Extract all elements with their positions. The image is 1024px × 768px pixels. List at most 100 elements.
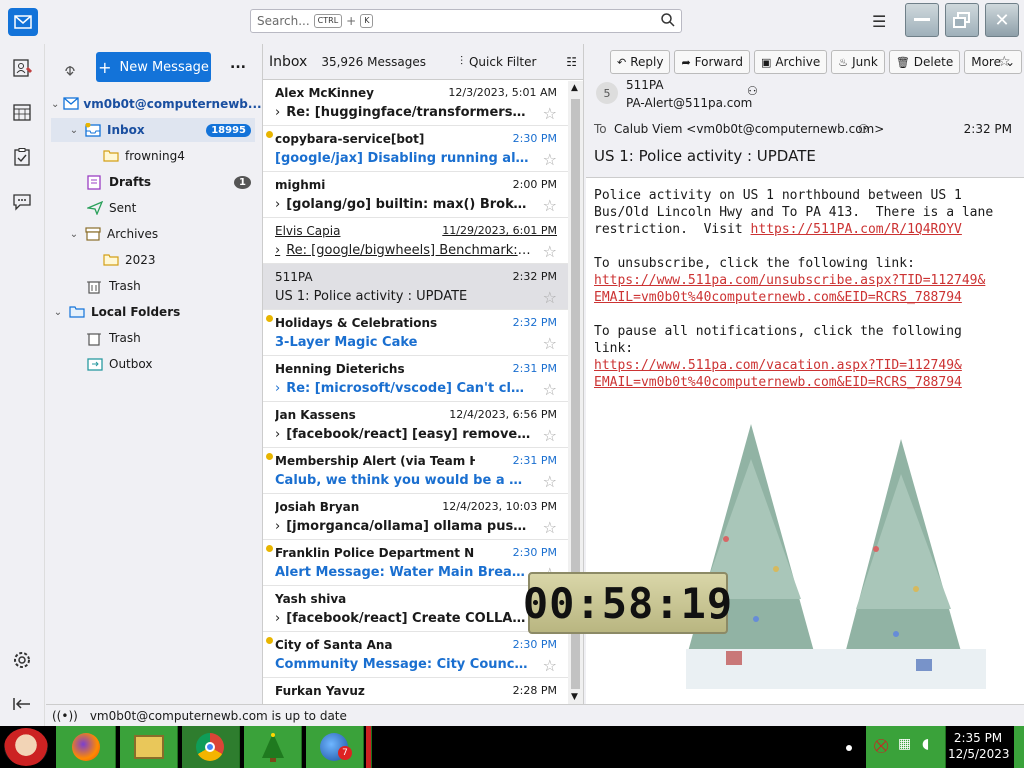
message-row[interactable]: Jan Kassens 12/4/2023, 6:56 PM › [facebook/…	[263, 402, 569, 448]
star-icon[interactable]: ☆	[543, 334, 557, 353]
settings-gear-icon[interactable]	[12, 650, 32, 670]
star-icon[interactable]: ☆	[543, 104, 557, 123]
volume-icon[interactable]: ◖	[922, 736, 929, 752]
folder-sent[interactable]: Sent	[51, 196, 255, 220]
folder-inbox[interactable]: ⌄ Inbox 18995	[51, 118, 255, 142]
archive-button[interactable]: ▣ Archive	[753, 50, 828, 74]
taskbar-clock[interactable]: 2:35 PM 12/5/2023	[948, 730, 1010, 762]
message-sender: Furkan Yavuz	[275, 684, 365, 698]
new-message-button[interactable]: + New Message	[96, 52, 211, 82]
chevron-down-icon[interactable]: ⌄	[51, 307, 65, 318]
delete-button[interactable]: 🗑 Delete	[888, 50, 961, 74]
unsubscribe-link[interactable]: https://www.511pa.com/unsubscribe.aspx?T…	[594, 272, 985, 289]
folder-archives[interactable]: ⌄ Archives	[51, 222, 255, 246]
taskbar-chrome-button[interactable]	[182, 726, 240, 768]
vacation-link[interactable]: EMAIL=vm0b0t%40computernewb.com&EID=RCRS…	[594, 374, 962, 391]
message-date: 12/4/2023, 10:03 PM	[442, 500, 557, 513]
vacation-link[interactable]: https://www.511pa.com/vacation.aspx?TID=…	[594, 357, 962, 374]
inbox-label: Inbox	[107, 123, 145, 137]
thread-chevron-icon[interactable]: ›	[275, 243, 280, 258]
star-icon[interactable]: ☆	[998, 54, 1011, 70]
countdown-clock-widget[interactable]: 00:58:19	[523, 572, 732, 634]
folder-trash[interactable]: Trash	[51, 274, 255, 298]
minimize-button[interactable]	[905, 3, 939, 37]
chevron-down-icon[interactable]: ⌄	[51, 99, 59, 110]
message-row[interactable]: copybara-service[bot] 2:30 PM [google/jax]…	[263, 126, 569, 172]
system-tray[interactable]: ⛒ ▦ ◖	[866, 726, 946, 768]
close-button[interactable]: ✕	[985, 3, 1019, 37]
folder-outbox[interactable]: Outbox	[51, 352, 255, 376]
star-icon[interactable]: ☆	[543, 656, 557, 675]
taskbar-tree-button[interactable]	[244, 726, 302, 768]
thread-chevron-icon[interactable]: ›	[275, 105, 280, 120]
more-button[interactable]: More ⌄	[964, 50, 1023, 74]
scroll-up-arrow[interactable]: ▲	[571, 83, 578, 93]
junk-button[interactable]: ♨ Junk	[831, 50, 885, 74]
message-row[interactable]: Alex McKinney 12/3/2023, 5:01 AM › Re: [hug…	[263, 80, 569, 126]
thread-chevron-icon[interactable]: ›	[275, 197, 280, 212]
forward-button[interactable]: ➦ Forward	[674, 50, 750, 74]
calendar-icon[interactable]	[12, 102, 32, 122]
sender-email[interactable]: PA-Alert@511pa.com	[626, 96, 752, 110]
thread-chevron-icon[interactable]: ›	[275, 381, 280, 396]
list-display-options-icon[interactable]: ☷	[566, 55, 577, 69]
folder-local-trash[interactable]: Trash	[51, 326, 255, 350]
unsubscribe-link[interactable]: EMAIL=vm0b0t%40computernewb.com&EID=RCRS…	[594, 289, 962, 306]
sender-name[interactable]: 511PA	[626, 78, 664, 92]
recipient[interactable]: Calub Viem <vm0b0t@computernewb.com>	[614, 122, 884, 136]
network-icon[interactable]: ▦	[898, 736, 911, 752]
recipient-info-icon[interactable]: ⚇	[858, 122, 869, 136]
chat-icon[interactable]	[12, 192, 32, 212]
quick-filter-button[interactable]: ⫶ Quick Filter	[460, 54, 536, 69]
star-icon[interactable]: ☆	[543, 242, 557, 261]
star-icon[interactable]: ☆	[543, 288, 557, 307]
taskbar-firefox-button[interactable]	[56, 726, 116, 768]
reply-button[interactable]: ↶ Reply	[610, 50, 671, 74]
message-row[interactable]: Josiah Bryan 12/4/2023, 10:03 PM › [jmorgan…	[263, 494, 569, 540]
body-link[interactable]: https://511PA.com/R/1Q4ROYV	[751, 222, 962, 237]
chevron-down-icon[interactable]: ⌄	[67, 229, 81, 240]
get-messages-icon[interactable]	[62, 60, 78, 79]
thread-chevron-icon[interactable]: ›	[275, 427, 280, 442]
mail-space-icon[interactable]	[8, 8, 38, 36]
action-center-icon[interactable]: ⛒	[874, 738, 888, 754]
taskbar-thunderbird-button[interactable]: 7	[306, 726, 364, 768]
message-row[interactable]: Holidays & Celebrations 2:32 PM 3-Layer Ma…	[263, 310, 569, 356]
show-desktop-button[interactable]	[1014, 726, 1024, 768]
thread-chevron-icon[interactable]: ›	[275, 519, 280, 534]
search-icon[interactable]	[661, 13, 675, 30]
folder-frowning4[interactable]: frowning4	[51, 144, 255, 168]
message-row[interactable]: 511PA 2:32 PM US 1: Police activity : UPDA…	[263, 264, 569, 310]
folder-pane-menu-button[interactable]: ...	[230, 56, 246, 72]
thread-chevron-icon[interactable]: ›	[275, 611, 280, 626]
restore-button[interactable]	[945, 3, 979, 37]
address-book-icon[interactable]	[12, 58, 32, 78]
search-input[interactable]: Search... CTRL + K	[250, 9, 682, 33]
chevron-down-icon[interactable]: ⌄	[67, 125, 81, 136]
start-button-santa-icon[interactable]	[4, 728, 48, 766]
message-row[interactable]: Henning Dieterichs 2:31 PM › Re: [microsoft…	[263, 356, 569, 402]
taskbar-explorer-button[interactable]	[120, 726, 178, 768]
scroll-down-arrow[interactable]: ▼	[571, 692, 578, 702]
folder-2023[interactable]: 2023	[51, 248, 255, 272]
message-row[interactable]: City of Santa Ana 2:30 PM Community Messag…	[263, 632, 569, 678]
collapse-spaces-icon[interactable]	[12, 694, 32, 714]
star-icon[interactable]: ☆	[543, 518, 557, 537]
message-row[interactable]: Elvis Capia 11/29/2023, 6:01 PM › Re: [goog…	[263, 218, 569, 264]
star-icon[interactable]: ☆	[543, 426, 557, 445]
star-icon[interactable]: ☆	[543, 380, 557, 399]
folder-drafts[interactable]: Drafts 1	[51, 170, 255, 194]
message-subject: › [facebook/react] Create COLLAB (PR ...	[275, 611, 531, 626]
message-row[interactable]: mighmi 2:00 PM › [golang/go] builtin: max()…	[263, 172, 569, 218]
sender-info-icon[interactable]: ⚇	[747, 84, 758, 98]
message-subject: › Re: [microsoft/vscode] Can't close "a..…	[275, 381, 531, 396]
account-row[interactable]: ⌄ vm0b0t@computernewb...	[51, 92, 262, 116]
sent-icon	[85, 200, 105, 216]
star-icon[interactable]: ☆	[543, 196, 557, 215]
app-menu-icon[interactable]: ☰	[872, 12, 886, 31]
local-folders-row[interactable]: ⌄ Local Folders	[51, 300, 255, 324]
star-icon[interactable]: ☆	[543, 150, 557, 169]
message-row[interactable]: Membership Alert (via Team Haley) 2:31 PM…	[263, 448, 569, 494]
star-icon[interactable]: ☆	[543, 472, 557, 491]
tasks-icon[interactable]	[12, 147, 32, 167]
